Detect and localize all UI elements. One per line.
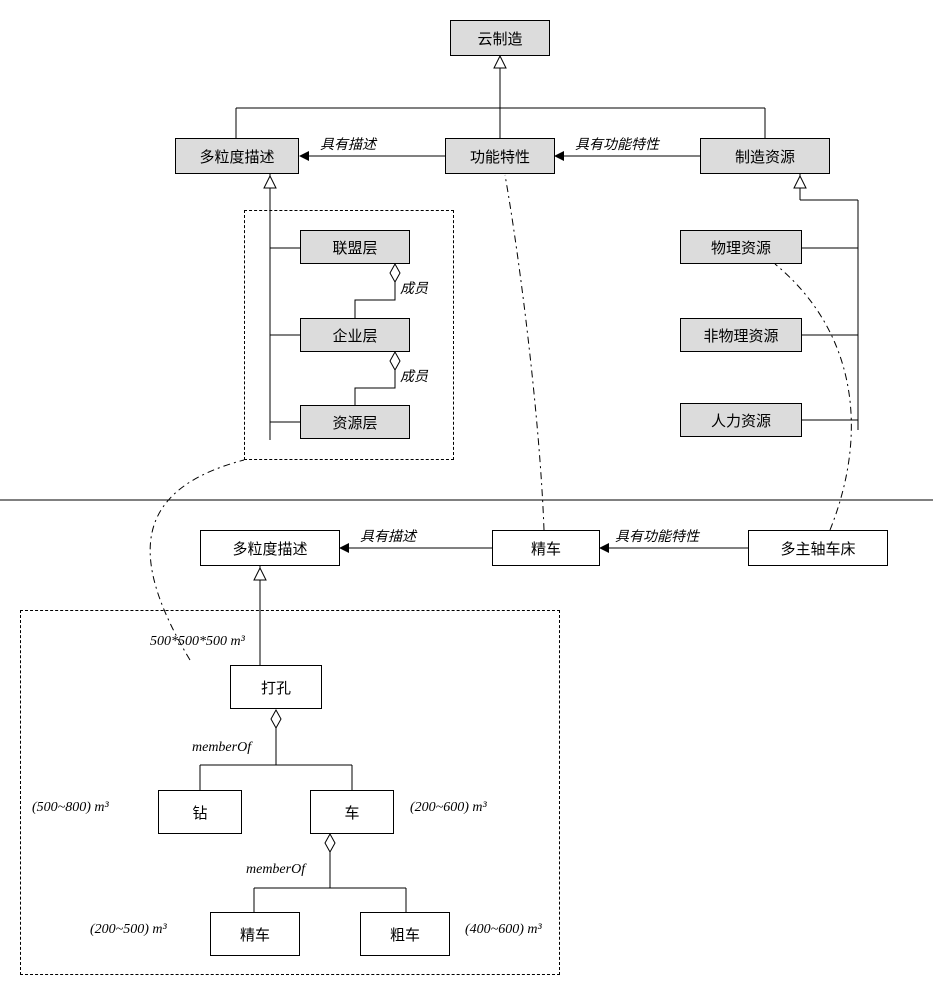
class-functional-characteristic: 功能特性 — [445, 138, 555, 174]
spec-rough-turn: (400~600) m³ — [465, 922, 542, 938]
inst-fine-turning: 精车 — [492, 530, 600, 566]
class-human-resource: 人力资源 — [680, 403, 802, 437]
class-resource-layer: 资源层 — [300, 405, 410, 439]
class-alliance-layer: 联盟层 — [300, 230, 410, 264]
inst-multi-granularity: 多粒度描述 — [200, 530, 340, 566]
spec-fine-turn: (200~500) m³ — [90, 922, 167, 938]
rel-memberof-1: memberOf — [192, 740, 251, 756]
class-cloud-mfg: 云制造 — [450, 20, 550, 56]
spec-drill: 500*500*500 m³ — [150, 634, 245, 650]
inst-bore-drill: 钻 — [158, 790, 242, 834]
spec-bore: (500~800) m³ — [32, 800, 109, 816]
class-nonphysical-resource: 非物理资源 — [680, 318, 802, 352]
rel-memberof-2: memberOf — [246, 862, 305, 878]
inst-rough-turn: 粗车 — [360, 912, 450, 956]
class-multi-granularity: 多粒度描述 — [175, 138, 299, 174]
inst-drill: 打孔 — [230, 665, 322, 709]
inst-multi-spindle-lathe: 多主轴车床 — [748, 530, 888, 566]
inst-turn: 车 — [310, 790, 394, 834]
class-physical-resource: 物理资源 — [680, 230, 802, 264]
rel-has-description-inst: 具有描述 — [360, 526, 416, 546]
inst-fine-turn-leaf: 精车 — [210, 912, 300, 956]
rel-member-1: 成员 — [400, 278, 428, 298]
rel-has-func-inst: 具有功能特性 — [615, 526, 699, 546]
class-enterprise-layer: 企业层 — [300, 318, 410, 352]
spec-turn: (200~600) m³ — [410, 800, 487, 816]
rel-has-func-top: 具有功能特性 — [575, 134, 659, 154]
class-manufacturing-resource: 制造资源 — [700, 138, 830, 174]
rel-has-description-top: 具有描述 — [320, 134, 376, 154]
rel-member-2: 成员 — [400, 366, 428, 386]
